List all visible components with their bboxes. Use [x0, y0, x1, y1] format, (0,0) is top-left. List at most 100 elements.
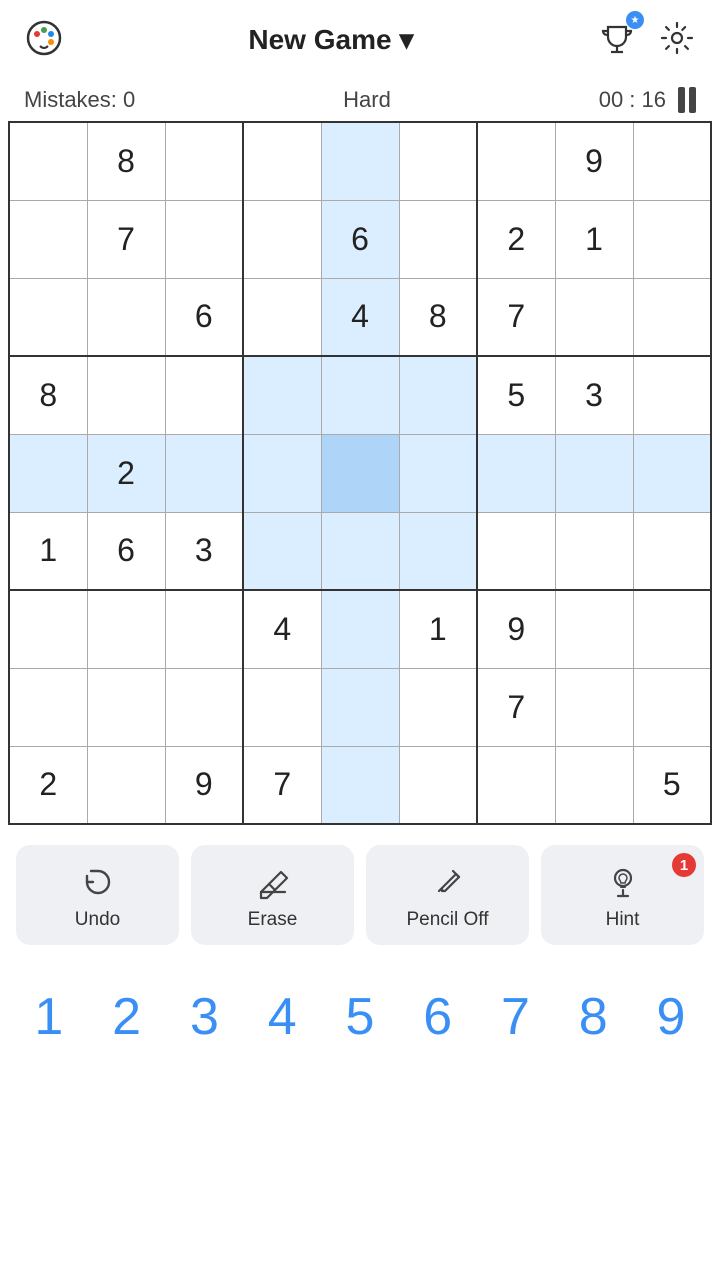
table-row[interactable]: 1: [399, 590, 477, 668]
table-row[interactable]: [243, 434, 321, 512]
table-row[interactable]: [633, 434, 711, 512]
number-pad-button-1[interactable]: 1: [13, 977, 85, 1057]
table-row[interactable]: [555, 590, 633, 668]
number-pad-button-4[interactable]: 4: [246, 977, 318, 1057]
table-row[interactable]: [399, 200, 477, 278]
number-pad-button-8[interactable]: 8: [557, 977, 629, 1057]
table-row[interactable]: 2: [9, 746, 87, 824]
table-row[interactable]: [633, 590, 711, 668]
table-row[interactable]: [555, 512, 633, 590]
undo-button[interactable]: Undo: [16, 845, 179, 945]
table-row[interactable]: 7: [477, 668, 555, 746]
table-row[interactable]: 4: [321, 278, 399, 356]
table-row[interactable]: [165, 122, 243, 200]
table-row[interactable]: 9: [165, 746, 243, 824]
table-row[interactable]: [243, 512, 321, 590]
hint-button[interactable]: 1 Hint: [541, 845, 704, 945]
table-row[interactable]: 1: [9, 512, 87, 590]
table-row[interactable]: [555, 278, 633, 356]
table-row[interactable]: [9, 668, 87, 746]
table-row[interactable]: [321, 512, 399, 590]
table-row[interactable]: [633, 668, 711, 746]
table-row[interactable]: [87, 590, 165, 668]
table-row[interactable]: [243, 356, 321, 434]
table-row[interactable]: [555, 746, 633, 824]
table-row[interactable]: 9: [477, 590, 555, 668]
table-row[interactable]: 7: [87, 200, 165, 278]
table-row[interactable]: [243, 122, 321, 200]
table-row[interactable]: [321, 122, 399, 200]
table-row[interactable]: [165, 668, 243, 746]
table-row[interactable]: [399, 512, 477, 590]
pause-icon[interactable]: [678, 87, 696, 113]
table-row[interactable]: [243, 668, 321, 746]
table-row[interactable]: 8: [87, 122, 165, 200]
table-row[interactable]: [87, 356, 165, 434]
number-pad-button-9[interactable]: 9: [635, 977, 707, 1057]
table-row[interactable]: 6: [165, 278, 243, 356]
table-row[interactable]: [165, 434, 243, 512]
table-row[interactable]: 3: [555, 356, 633, 434]
table-row[interactable]: 3: [165, 512, 243, 590]
table-row[interactable]: [87, 746, 165, 824]
table-row[interactable]: [87, 668, 165, 746]
table-row[interactable]: [165, 590, 243, 668]
pencil-button[interactable]: Pencil Off: [366, 845, 529, 945]
table-row[interactable]: [399, 746, 477, 824]
table-row[interactable]: 8: [9, 356, 87, 434]
table-row[interactable]: 7: [243, 746, 321, 824]
table-row[interactable]: 9: [555, 122, 633, 200]
table-row[interactable]: [633, 512, 711, 590]
table-row[interactable]: [9, 590, 87, 668]
table-row[interactable]: [555, 668, 633, 746]
table-row[interactable]: 7: [477, 278, 555, 356]
table-row[interactable]: [9, 122, 87, 200]
number-pad-button-5[interactable]: 5: [324, 977, 396, 1057]
header: New Game ▾: [0, 0, 720, 79]
table-row[interactable]: [399, 122, 477, 200]
table-row[interactable]: [165, 356, 243, 434]
table-row[interactable]: [633, 278, 711, 356]
table-row[interactable]: [243, 278, 321, 356]
erase-button[interactable]: Erase: [191, 845, 354, 945]
table-row[interactable]: 6: [87, 512, 165, 590]
table-row[interactable]: [477, 122, 555, 200]
table-row[interactable]: [633, 122, 711, 200]
table-row[interactable]: [9, 200, 87, 278]
table-row[interactable]: [555, 434, 633, 512]
table-row[interactable]: [633, 356, 711, 434]
number-pad-button-2[interactable]: 2: [91, 977, 163, 1057]
palette-button[interactable]: [20, 14, 68, 65]
table-row[interactable]: [399, 356, 477, 434]
table-row[interactable]: [9, 434, 87, 512]
table-row[interactable]: [477, 512, 555, 590]
table-row[interactable]: [321, 356, 399, 434]
table-row[interactable]: [633, 200, 711, 278]
table-row[interactable]: [321, 590, 399, 668]
table-row[interactable]: [9, 278, 87, 356]
number-pad-button-3[interactable]: 3: [168, 977, 240, 1057]
number-pad-button-7[interactable]: 7: [479, 977, 551, 1057]
table-row[interactable]: [87, 278, 165, 356]
table-row[interactable]: [477, 434, 555, 512]
table-row[interactable]: [321, 668, 399, 746]
table-row[interactable]: 4: [243, 590, 321, 668]
table-row[interactable]: 2: [477, 200, 555, 278]
new-game-dropdown[interactable]: New Game ▾: [248, 23, 413, 56]
table-row[interactable]: [165, 200, 243, 278]
table-row[interactable]: [477, 746, 555, 824]
number-pad-button-6[interactable]: 6: [402, 977, 474, 1057]
table-row[interactable]: [399, 434, 477, 512]
table-row[interactable]: 2: [87, 434, 165, 512]
table-row[interactable]: 5: [633, 746, 711, 824]
settings-button[interactable]: [654, 15, 700, 64]
table-row[interactable]: 8: [399, 278, 477, 356]
table-row[interactable]: 5: [477, 356, 555, 434]
table-row[interactable]: 6: [321, 200, 399, 278]
table-row[interactable]: [321, 746, 399, 824]
trophy-button[interactable]: [594, 15, 640, 64]
table-row[interactable]: 1: [555, 200, 633, 278]
table-row[interactable]: [321, 434, 399, 512]
table-row[interactable]: [399, 668, 477, 746]
table-row[interactable]: [243, 200, 321, 278]
